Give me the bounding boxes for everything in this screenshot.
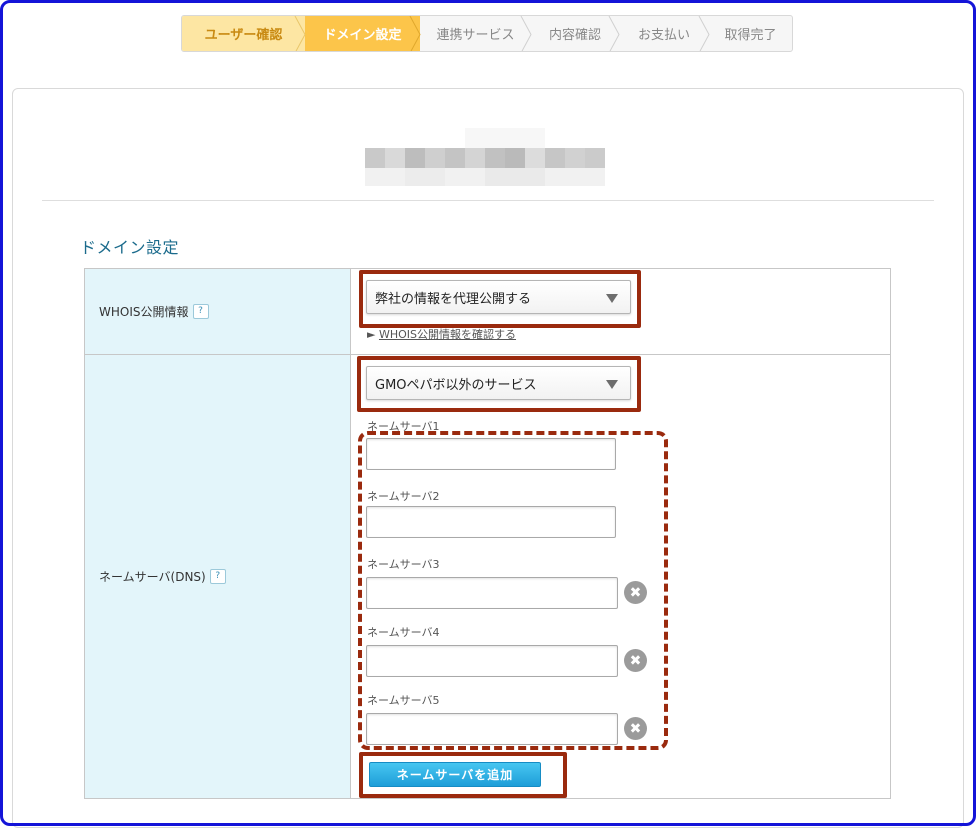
chevron-right-icon <box>294 16 306 51</box>
highlight-nameserver-fields <box>358 431 668 750</box>
highlight-nameserver-select <box>357 356 641 412</box>
step-domain-settings: ドメイン設定 <box>305 16 421 51</box>
section-title: ドメイン設定 <box>80 238 180 257</box>
chevron-right-icon <box>608 16 620 51</box>
progress-steps: ユーザー確認 ドメイン設定 連携サービス 内容確認 お支払い 取得完了 <box>181 15 793 52</box>
step-label: ドメイン設定 <box>323 28 402 43</box>
nameserver-label-cell: ネームサーバ(DNS) ? <box>85 355 351 798</box>
highlight-whois-select <box>359 270 641 328</box>
step-label: ユーザー確認 <box>204 28 283 43</box>
arrow-icon: ► <box>367 328 376 341</box>
whois-label: WHOIS公開情報 <box>99 305 189 319</box>
nameserver-label: ネームサーバ(DNS) <box>99 570 206 584</box>
chevron-right-icon <box>409 16 421 51</box>
step-label: 内容確認 <box>548 28 601 43</box>
chevron-right-icon <box>698 16 710 51</box>
chevron-right-icon <box>520 16 532 51</box>
step-linked-services: 連携サービス <box>420 16 532 51</box>
step-label: 取得完了 <box>724 28 777 43</box>
highlight-add-button <box>359 752 567 798</box>
whois-label-cell: WHOIS公開情報 ? <box>85 269 351 354</box>
divider <box>42 200 934 201</box>
help-icon[interactable]: ? <box>209 569 226 584</box>
step-complete: 取得完了 <box>709 16 792 51</box>
whois-confirm-link[interactable]: WHOIS公開情報を確認する <box>379 328 516 341</box>
whois-link-row: ► WHOIS公開情報を確認する <box>367 326 516 342</box>
redacted-domain-mosaic <box>365 128 605 186</box>
help-icon[interactable]: ? <box>192 304 209 319</box>
step-label: 連携サービス <box>436 28 515 43</box>
step-label: お支払い <box>637 28 690 43</box>
step-payment: お支払い <box>619 16 710 51</box>
step-content-confirm: 内容確認 <box>531 16 620 51</box>
step-user-confirm: ユーザー確認 <box>182 16 306 51</box>
